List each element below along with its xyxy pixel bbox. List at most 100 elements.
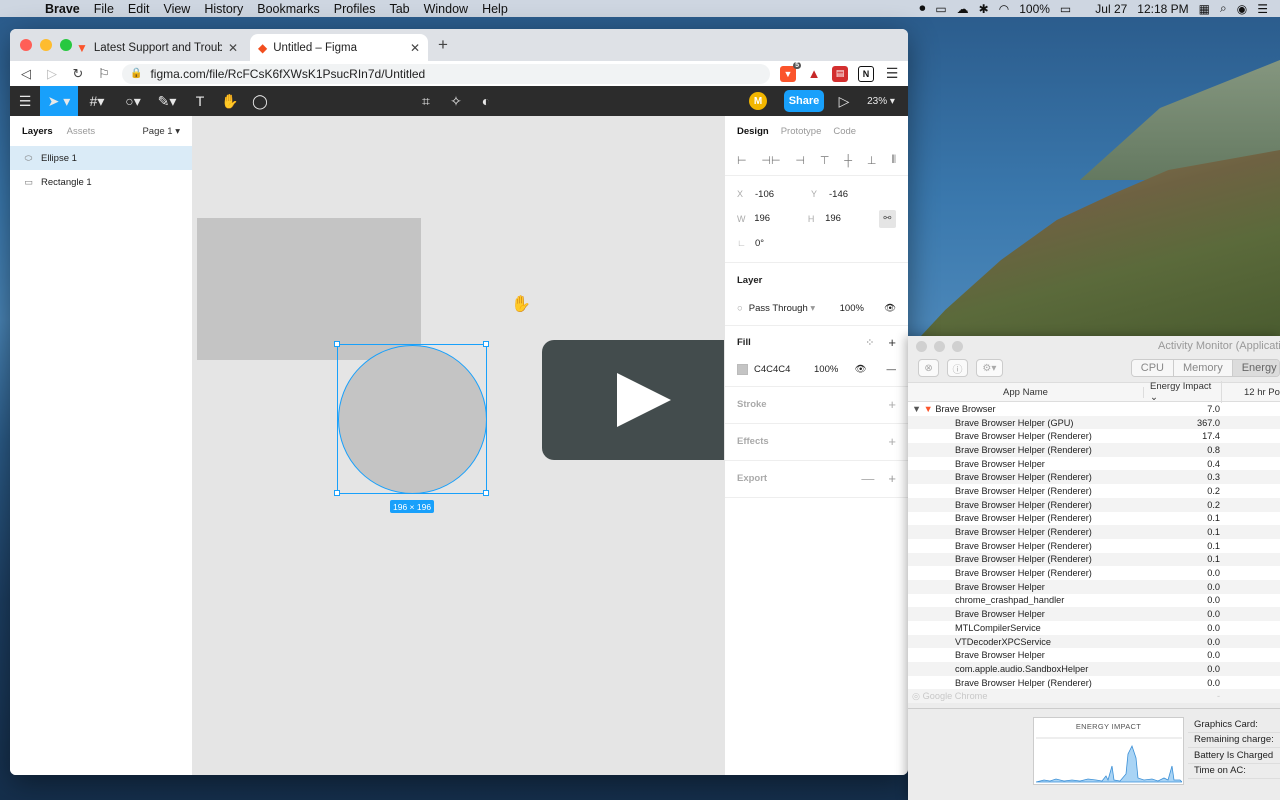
height-input[interactable]: 196 xyxy=(825,213,879,224)
align-middle-icon[interactable]: ┼ xyxy=(844,155,852,167)
menu-tab[interactable]: Tab xyxy=(382,2,416,16)
contrast-icon[interactable]: ◐ xyxy=(474,86,498,116)
align-right-icon[interactable]: ⊣ xyxy=(795,154,805,167)
forward-icon[interactable]: ▷ xyxy=(44,66,60,82)
menubar-date[interactable]: Jul 27 xyxy=(1095,2,1127,16)
layer-rectangle[interactable]: ▭ Rectangle 1 xyxy=(10,170,192,194)
play-icon[interactable] xyxy=(617,373,671,427)
resize-handle-nw[interactable] xyxy=(334,341,340,347)
minimize-window-button[interactable] xyxy=(40,39,52,51)
address-bar[interactable]: 🔒 figma.com/file/RcFCsK6fXWsK1PsucRIn7d/… xyxy=(122,63,770,84)
fill-opacity[interactable]: 100% xyxy=(814,364,838,375)
menu-bookmarks[interactable]: Bookmarks xyxy=(250,2,327,16)
table-row[interactable]: Brave Browser Helper (Renderer) 0.2 xyxy=(908,484,1280,498)
hand-tool-icon[interactable]: ✋ xyxy=(218,86,242,116)
pen-tool-icon[interactable]: ✎▾ xyxy=(152,86,182,116)
siri-icon[interactable]: ◉ xyxy=(1237,2,1247,16)
present-icon[interactable]: ▷ xyxy=(832,86,856,116)
tab-layers[interactable]: Layers xyxy=(22,126,53,137)
fill-hex[interactable]: C4C4C4 xyxy=(754,364,808,375)
extension-todo-icon[interactable]: ▤ xyxy=(832,65,848,82)
tab-code[interactable]: Code xyxy=(833,126,856,137)
align-top-icon[interactable]: ⊤ xyxy=(820,154,830,167)
add-export-icon[interactable]: + xyxy=(888,471,896,486)
menu-view[interactable]: View xyxy=(156,2,197,16)
bookmark-icon[interactable]: ⚐ xyxy=(96,66,112,82)
add-effect-icon[interactable]: + xyxy=(888,434,896,449)
menu-edit[interactable]: Edit xyxy=(121,2,157,16)
menu-profiles[interactable]: Profiles xyxy=(327,2,383,16)
search-icon[interactable]: ⌕ xyxy=(1220,1,1227,16)
tab-assets[interactable]: Assets xyxy=(67,126,96,137)
table-row[interactable]: Brave Browser Helper 0.0 xyxy=(908,607,1280,621)
table-row[interactable]: Brave Browser Helper (Renderer) 0.1 xyxy=(908,552,1280,567)
avatar[interactable]: M xyxy=(749,92,767,110)
close-tab-icon[interactable]: ✕ xyxy=(228,41,238,55)
add-fill-icon[interactable]: + xyxy=(888,335,896,350)
cloud-icon[interactable]: ☁ xyxy=(957,2,969,16)
am-close-button[interactable] xyxy=(916,340,927,352)
gear-icon[interactable]: ⚙▾ xyxy=(976,359,1003,377)
table-row[interactable]: VTDecoderXPCService 0.0 xyxy=(908,634,1280,649)
eye-icon[interactable]: 👁 xyxy=(884,303,896,314)
component-icon[interactable]: ⌗ xyxy=(414,86,438,116)
x-input[interactable]: -106 xyxy=(755,189,811,200)
canvas[interactable]: 196 × 196 ✋ ? xyxy=(193,116,724,775)
reload-icon[interactable]: ↻ xyxy=(70,66,86,82)
table-row[interactable]: ▼ ▼ Brave Browser 7.0 xyxy=(908,402,1280,416)
page-dropdown[interactable]: Page 1 ▾ xyxy=(142,126,180,137)
menu-help[interactable]: Help xyxy=(475,2,515,16)
style-grid-icon[interactable]: ⁘ xyxy=(865,336,874,349)
am-zoom-button[interactable] xyxy=(952,340,963,352)
menu-history[interactable]: History xyxy=(197,2,250,16)
align-bottom-icon[interactable]: ⊥ xyxy=(867,154,877,167)
blend-mode-dropdown[interactable]: Pass Through ▾ xyxy=(749,303,815,314)
close-tab-icon[interactable]: ✕ xyxy=(410,41,420,55)
tab-figma[interactable]: ◆ Untitled – Figma ✕ xyxy=(250,34,428,61)
width-input[interactable]: 196 xyxy=(754,213,808,224)
brave-shields-icon[interactable]: ▼ 5 xyxy=(780,61,801,82)
rectangle-shape[interactable] xyxy=(197,218,421,360)
fill-eye-icon[interactable]: 👁 xyxy=(854,364,866,375)
tab-prototype[interactable]: Prototype xyxy=(781,126,822,137)
table-row[interactable]: Brave Browser Helper (Renderer) 0.1 xyxy=(908,539,1280,553)
main-menu-icon[interactable]: ☰ xyxy=(10,86,40,116)
col-app-name[interactable]: App Name xyxy=(908,386,1144,398)
table-row[interactable]: Brave Browser Helper (Renderer) 0.0 xyxy=(908,566,1280,580)
shape-tool-icon[interactable]: ○▾ xyxy=(118,86,148,116)
comment-tool-icon[interactable]: ◯ xyxy=(248,86,272,116)
close-window-button[interactable] xyxy=(20,39,32,51)
back-icon[interactable]: ◁ xyxy=(18,66,34,82)
table-row[interactable]: Brave Browser Helper (Renderer) 0.1 xyxy=(908,512,1280,526)
menu-app[interactable]: Brave xyxy=(38,2,87,16)
move-tool-icon[interactable]: ➤ ▾ xyxy=(40,86,78,116)
table-row[interactable]: MTLCompilerService 0.0 xyxy=(908,621,1280,635)
stop-recording-icon[interactable]: ⏺ xyxy=(919,1,925,16)
stop-process-icon[interactable]: ⊗ xyxy=(918,359,940,377)
table-row[interactable]: chrome_crashpad_handler 0.0 xyxy=(908,594,1280,608)
table-row[interactable]: Brave Browser Helper (GPU) 367.0 xyxy=(908,415,1280,430)
disclosure-icon[interactable]: ▼ xyxy=(912,404,921,414)
add-stroke-icon[interactable]: + xyxy=(888,397,896,412)
brave-rewards-icon[interactable]: ▲ xyxy=(806,66,822,82)
notion-icon[interactable]: N xyxy=(858,65,874,82)
segment-energy[interactable]: Energy xyxy=(1232,360,1279,376)
zoom-dropdown[interactable]: 23% ▾ xyxy=(864,86,898,116)
bluetooth-icon[interactable]: ✱ xyxy=(979,2,989,16)
table-row[interactable]: Brave Browser Helper (Renderer) 0.8 xyxy=(908,443,1280,457)
resize-handle-sw[interactable] xyxy=(334,490,340,496)
table-row[interactable]: com.apple.audio.SandboxHelper 0.0 xyxy=(908,662,1280,676)
table-row[interactable]: Brave Browser Helper (Renderer) 0.3 xyxy=(908,470,1280,485)
frame-tool-icon[interactable]: #▾ xyxy=(82,86,112,116)
y-input[interactable]: -146 xyxy=(829,189,885,200)
airplay-icon[interactable]: ▭ xyxy=(935,2,946,16)
table-row[interactable]: Brave Browser Helper 0.0 xyxy=(908,579,1280,594)
flag-icon[interactable]: ▦ xyxy=(1199,2,1210,16)
resize-handle-ne[interactable] xyxy=(483,341,489,347)
distribute-icon[interactable]: ⫴ xyxy=(891,154,896,167)
menu-window[interactable]: Window xyxy=(417,2,475,16)
export-minus-icon[interactable]: — xyxy=(861,471,874,486)
wifi-icon[interactable]: ◠ xyxy=(999,2,1009,16)
battery-icon[interactable]: ▭ xyxy=(1060,2,1071,16)
rotation-input[interactable]: 0° xyxy=(755,238,811,249)
